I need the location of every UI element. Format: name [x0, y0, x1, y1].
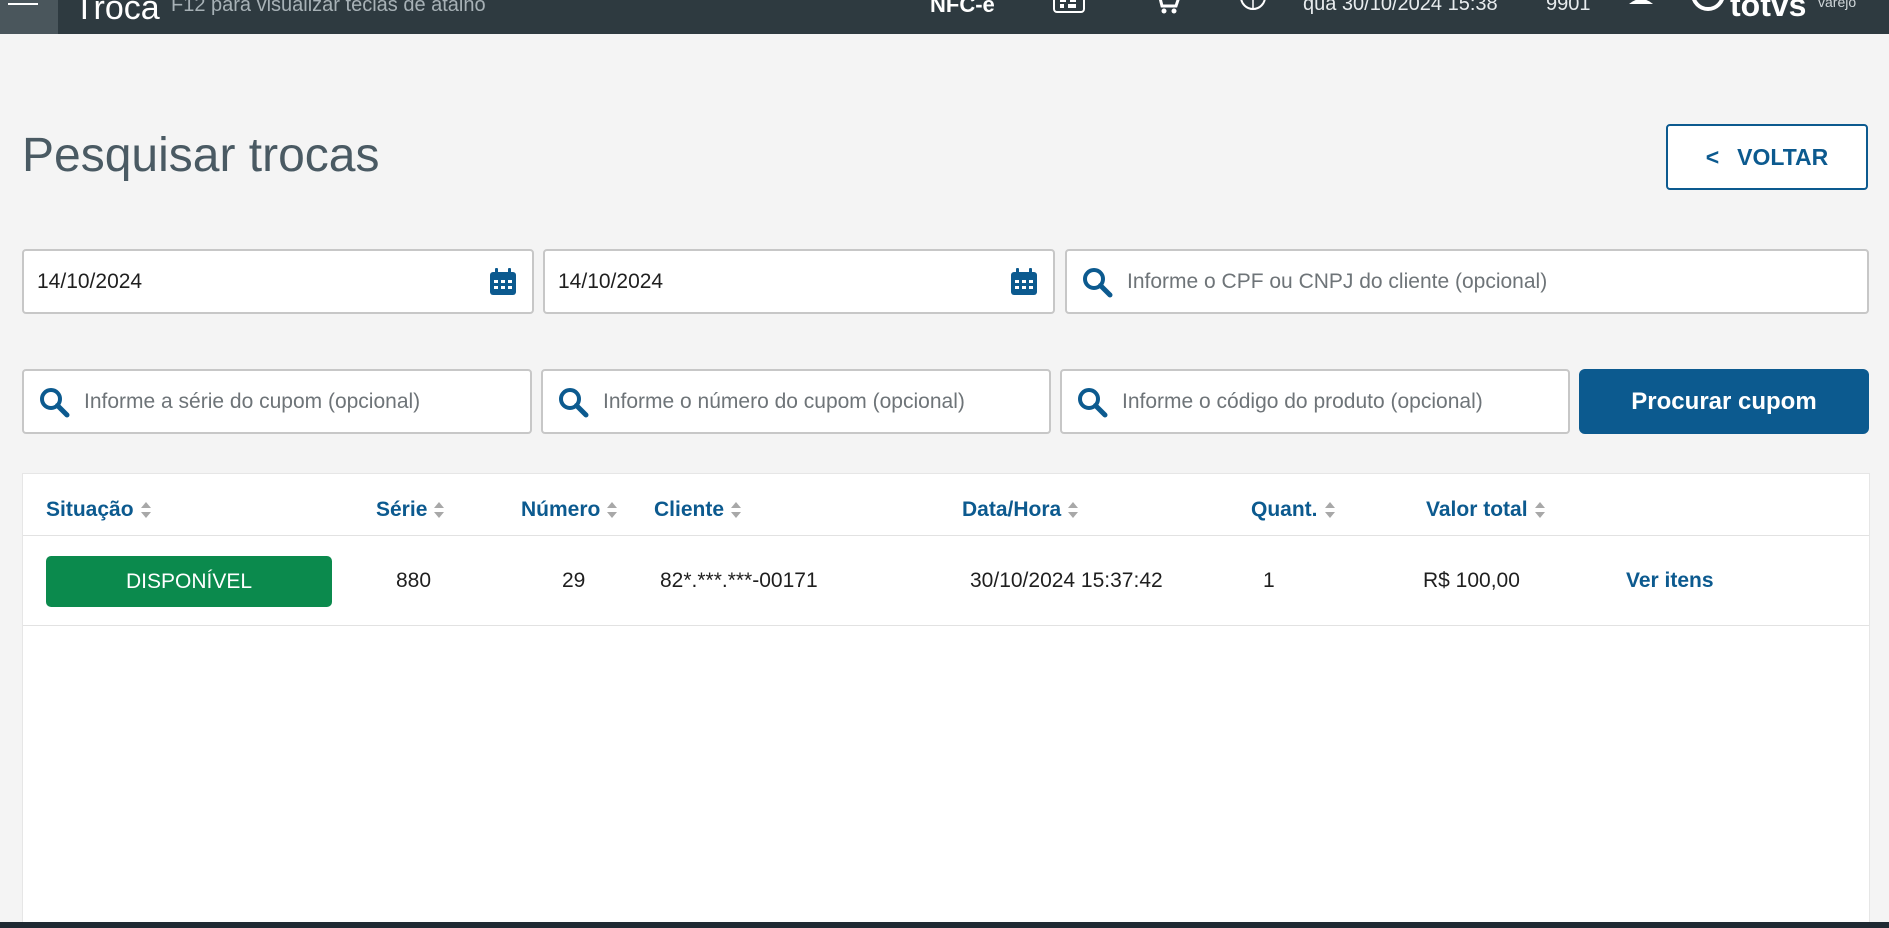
- column-header-label: Número: [521, 498, 601, 521]
- sort-icon: [140, 502, 151, 518]
- column-header-label: Valor total: [1426, 498, 1528, 521]
- current-datetime: qua 30/10/2024 15:38: [1303, 0, 1498, 15]
- calendar-icon[interactable]: [488, 267, 518, 297]
- view-items-link[interactable]: Ver itens: [1626, 569, 1714, 593]
- search-icon: [40, 387, 70, 417]
- cell-datahora: 30/10/2024 15:37:42: [970, 569, 1163, 592]
- totvs-logo-icon: [1692, 0, 1724, 11]
- sort-icon: [607, 502, 618, 518]
- start-date-value: 14/10/2024: [37, 269, 143, 293]
- sort-icon: [1068, 502, 1079, 518]
- column-header-label: Data/Hora: [962, 498, 1062, 521]
- globe-icon[interactable]: [1236, 0, 1270, 14]
- status-badge: DISPONÍVEL: [46, 556, 332, 607]
- series-placeholder: Informe a série do cupom (opcional): [84, 389, 421, 413]
- bottom-strip: [0, 922, 1889, 928]
- end-date-field[interactable]: 14/10/2024: [543, 249, 1055, 314]
- search-icon: [559, 387, 589, 417]
- calendar-icon[interactable]: [1009, 267, 1039, 297]
- user-icon[interactable]: [1624, 0, 1658, 14]
- brand-subtitle: varejo: [1818, 0, 1857, 10]
- column-header-label: Cliente: [654, 498, 725, 521]
- search-icon: [1078, 387, 1108, 417]
- column-header-cliente[interactable]: Cliente: [654, 498, 742, 522]
- qr-code-icon[interactable]: [1052, 0, 1086, 14]
- column-header-status[interactable]: Situação: [46, 498, 152, 522]
- back-button-label: VOLTAR: [1737, 143, 1829, 170]
- column-header-quant[interactable]: Quant.: [1251, 498, 1336, 522]
- cell-valor-total: R$ 100,00: [1423, 569, 1520, 592]
- top-bar: Troca F12 para visualizar teclas de atal…: [0, 0, 1889, 34]
- brand-name: totvs: [1730, 0, 1807, 23]
- column-header-serie[interactable]: Série: [376, 498, 445, 522]
- end-date-value: 14/10/2024: [558, 269, 664, 293]
- table-header: Situação Série Número Cliente Data/Hora …: [23, 474, 1869, 536]
- coupon-number-field[interactable]: Informe o número do cupom (opcional): [541, 369, 1051, 434]
- nfce-label: NFC-e: [930, 0, 995, 17]
- cell-quant: 1: [1263, 569, 1275, 592]
- customer-document-placeholder: Informe o CPF ou CNPJ do cliente (opcion…: [1127, 269, 1548, 293]
- series-field[interactable]: Informe a série do cupom (opcional): [22, 369, 532, 434]
- results-table: Situação Série Número Cliente Data/Hora …: [22, 473, 1870, 928]
- shortcut-hint: F12 para visualizar teclas de atalho: [171, 0, 486, 16]
- search-icon: [1083, 267, 1113, 297]
- app-title: Troca: [74, 0, 160, 27]
- customer-document-field[interactable]: Informe o CPF ou CNPJ do cliente (opcion…: [1065, 249, 1869, 314]
- coupon-number-placeholder: Informe o número do cupom (opcional): [603, 389, 965, 413]
- terminal-number: 9901: [1546, 0, 1591, 15]
- column-header-valor-total[interactable]: Valor total: [1426, 498, 1546, 522]
- cart-icon[interactable]: [1150, 0, 1184, 14]
- cell-cliente: 82*.***.***-00171: [660, 569, 818, 592]
- sort-icon: [1534, 502, 1545, 518]
- sort-icon: [434, 502, 445, 518]
- column-header-numero[interactable]: Número: [521, 498, 618, 522]
- start-date-field[interactable]: 14/10/2024: [22, 249, 534, 314]
- back-button[interactable]: < VOLTAR: [1666, 124, 1868, 190]
- sort-icon: [1324, 502, 1335, 518]
- cell-numero: 29: [562, 569, 586, 592]
- product-code-field[interactable]: Informe o código do produto (opcional): [1060, 369, 1570, 434]
- menu-button[interactable]: [0, 0, 58, 34]
- cell-serie: 880: [396, 569, 432, 592]
- hamburger-icon: [8, 3, 38, 5]
- table-row: DISPONÍVEL 880 29 82*.***.***-00171 30/1…: [23, 536, 1869, 626]
- column-header-datahora[interactable]: Data/Hora: [962, 498, 1079, 522]
- column-header-label: Quant.: [1251, 498, 1318, 521]
- product-code-placeholder: Informe o código do produto (opcional): [1122, 389, 1483, 413]
- sort-icon: [731, 502, 742, 518]
- search-coupon-button[interactable]: Procurar cupom: [1579, 369, 1869, 434]
- column-header-label: Situação: [46, 498, 134, 521]
- column-header-label: Série: [376, 498, 428, 521]
- chevron-left-icon: <: [1705, 143, 1720, 170]
- page-title: Pesquisar trocas: [22, 129, 380, 182]
